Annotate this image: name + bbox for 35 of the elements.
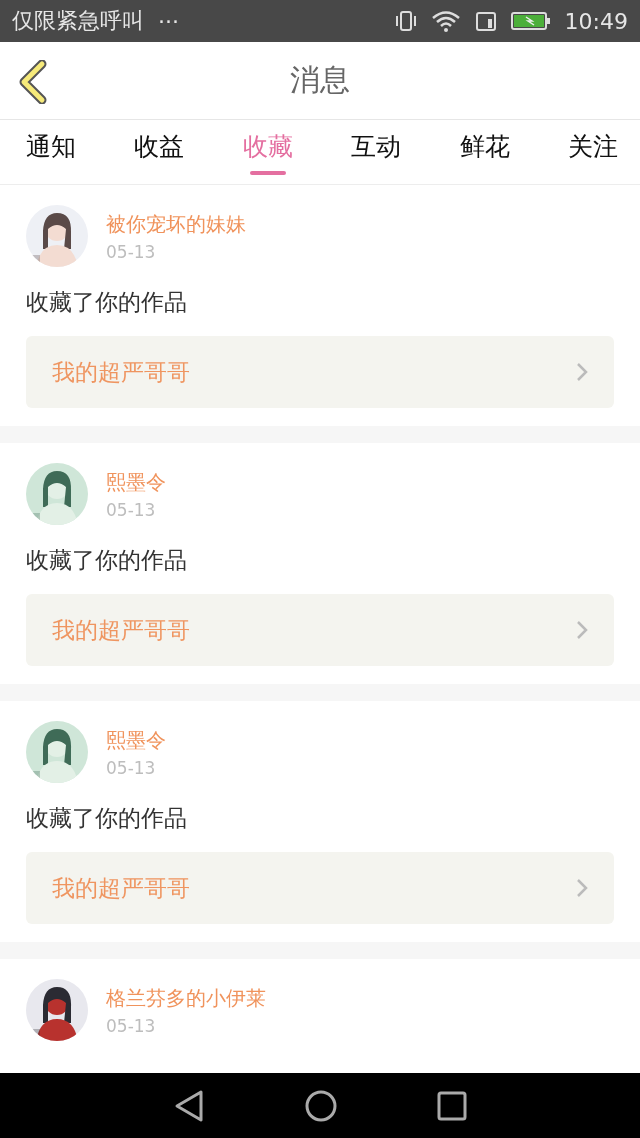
tab[interactable]: 关注 [565,120,620,184]
user-name[interactable]: 格兰芬多的小伊莱 [106,984,266,1012]
user-name[interactable]: 熙墨令 [106,468,166,496]
carrier-text: 仅限紧急呼叫 [12,7,144,35]
work-link[interactable]: 我的超严哥哥 [26,852,614,924]
message-date: 05-13 [106,499,157,520]
message-text: 收藏了你的作品 [26,804,188,833]
work-link[interactable]: 我的超严哥哥 [26,336,614,408]
message-date: 05-13 [106,241,157,262]
tab[interactable]: 收益 [132,120,187,184]
chevron-icon [576,620,588,640]
back-nav-icon[interactable] [173,1088,205,1123]
message-text: 收藏了你的作品 [26,546,188,575]
tab[interactable]: 收藏 [240,120,295,184]
vibrate-icon [394,10,417,32]
user-name[interactable]: 熙墨令 [106,726,166,754]
message-date: 05-13 [106,1015,157,1036]
more-indicator: ··· [158,8,179,34]
tab[interactable]: 通知 [24,120,78,184]
tab[interactable]: 互动 [349,120,404,184]
battery-icon [510,11,551,31]
user-name[interactable]: 被你宠坏的妹妹 [106,210,246,238]
clock-text: 10:49 [564,8,628,34]
back-icon[interactable] [18,60,48,104]
wifi-icon [430,10,461,32]
recents-nav-icon[interactable] [437,1090,467,1121]
page-title: 消息 [290,61,350,99]
sim-icon [474,10,497,32]
tab[interactable]: 鲜花 [457,120,512,184]
message-date: 05-13 [106,757,157,778]
work-link[interactable]: 我的超严哥哥 [26,594,614,666]
message-text: 收藏了你的作品 [26,288,188,317]
chevron-icon [576,362,588,382]
chevron-icon [576,878,588,898]
home-nav-icon[interactable] [305,1089,337,1122]
